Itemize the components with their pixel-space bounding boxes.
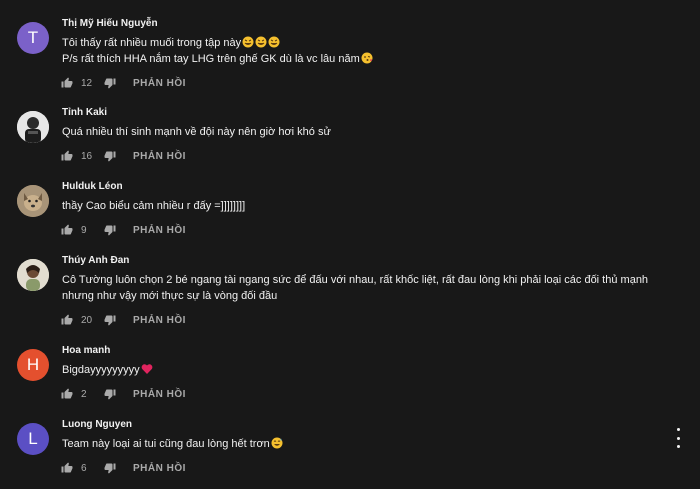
like-count: 9 — [81, 224, 87, 236]
comment-line: thầy Cao biểu cảm nhiều r đấy =]]]]]]]] — [62, 200, 246, 212]
kiss-emoji-icon — [361, 52, 373, 64]
comment-line: Tôi thấy rất nhiều muối trong tập này — [62, 37, 242, 49]
person-photo-icon — [17, 259, 49, 291]
person-photo-icon — [17, 111, 49, 143]
thumbs-down-icon[interactable] — [103, 313, 117, 327]
comment-actions: 2 PHẢN HỒI — [60, 386, 186, 402]
comment-actions: 9 PHẢN HỒI — [60, 222, 186, 238]
comment-author[interactable]: Hoa manh — [62, 345, 110, 356]
comment-line: Quá nhiều thí sinh mạnh về đội này nên g… — [62, 126, 331, 138]
thumbs-down-icon[interactable] — [103, 149, 117, 163]
thumbs-up-icon[interactable] — [60, 313, 74, 327]
avatar[interactable] — [17, 185, 49, 217]
avatar[interactable] — [17, 111, 49, 143]
comment-actions: 12 PHẢN HỒI — [60, 75, 186, 91]
reply-button[interactable]: PHẢN HỒI — [133, 151, 186, 162]
menu-dot — [676, 428, 680, 431]
more-vert-icon[interactable] — [674, 428, 682, 448]
comment-line: nhưng như vậy mới thực sự là vòng đối đầ… — [62, 290, 278, 302]
rofl-emoji-icon — [242, 36, 254, 48]
reply-button[interactable]: PHẢN HỒI — [133, 389, 186, 400]
thumbs-down-icon[interactable] — [103, 223, 117, 237]
avatar[interactable]: L — [17, 423, 49, 455]
comment-text: Cô Tường luôn chọn 2 bé ngang tài ngang … — [62, 272, 662, 304]
thumbs-down-icon[interactable] — [103, 76, 117, 90]
comment-author[interactable]: Thúy Anh Đan — [62, 255, 129, 266]
thumbs-down-icon[interactable] — [103, 387, 117, 401]
thumbs-up-icon[interactable] — [60, 461, 74, 475]
comment-author[interactable]: Thị Mỹ Hiếu Nguyễn — [62, 18, 158, 29]
comment-text: thầy Cao biểu cảm nhiều r đấy =]]]]]]]] — [62, 198, 662, 214]
like-count: 20 — [81, 314, 93, 326]
reply-button[interactable]: PHẢN HỒI — [133, 78, 186, 89]
thumbs-up-icon[interactable] — [60, 223, 74, 237]
comment-text: Team này loại ai tui cũng đau lòng hết t… — [62, 436, 662, 452]
like-count: 16 — [81, 150, 93, 162]
thumbs-up-icon[interactable] — [60, 76, 74, 90]
comment-actions: 20 PHẢN HỒI — [60, 312, 186, 328]
menu-dot — [676, 445, 680, 448]
menu-dot — [676, 436, 680, 440]
comment-author[interactable]: Tỉnh Kaki — [62, 107, 107, 118]
comment-author[interactable]: Hulduk Léon — [62, 181, 123, 192]
rofl-emoji-icon — [255, 36, 267, 48]
comment-actions: 6 PHẢN HỒI — [60, 460, 186, 476]
reply-button[interactable]: PHẢN HỒI — [133, 225, 186, 236]
comment-line: Team này loại ai tui cũng đau lòng hết t… — [62, 438, 270, 450]
comment-text: Quá nhiều thí sinh mạnh về đội này nên g… — [62, 124, 662, 140]
comment-author[interactable]: Luong Nguyen — [62, 419, 132, 430]
avatar[interactable] — [17, 259, 49, 291]
like-count: 6 — [81, 462, 87, 474]
thumbs-down-icon[interactable] — [103, 461, 117, 475]
grin-sweat-emoji-icon — [271, 437, 283, 449]
red-heart-emoji-icon — [141, 364, 153, 374]
like-count: 12 — [81, 77, 93, 89]
comment-text: Bigdayyyyyyyyy — [62, 362, 662, 378]
reply-button[interactable]: PHẢN HỒI — [133, 315, 186, 326]
comment-line: P/s rất thích HHA nắm tay LHG trên ghế G… — [62, 53, 360, 65]
like-count: 2 — [81, 388, 87, 400]
avatar[interactable]: T — [17, 22, 49, 54]
thumbs-up-icon[interactable] — [60, 387, 74, 401]
avatar[interactable]: H — [17, 349, 49, 381]
comment-text: Tôi thấy rất nhiều muối trong tập này P/… — [62, 35, 662, 67]
reply-button[interactable]: PHẢN HỒI — [133, 463, 186, 474]
comment-line: Bigdayyyyyyyyy — [62, 364, 140, 376]
thumbs-up-icon[interactable] — [60, 149, 74, 163]
dog-photo-icon — [17, 185, 49, 217]
rofl-emoji-icon — [268, 36, 280, 48]
comment-actions: 16 PHẢN HỒI — [60, 148, 186, 164]
comment-line: Cô Tường luôn chọn 2 bé ngang tài ngang … — [62, 274, 649, 286]
